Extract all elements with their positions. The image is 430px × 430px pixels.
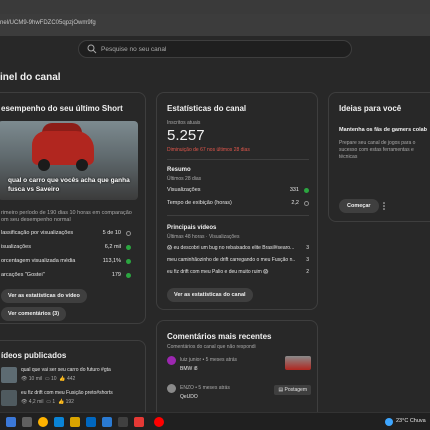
summary-row: Tempo de exibição (horas) 2,2	[167, 200, 309, 209]
card-title: Ideias para você	[339, 104, 402, 113]
divider	[167, 159, 309, 160]
top-videos-title: Principais vídeos	[167, 225, 217, 231]
app-icon[interactable]	[118, 417, 128, 427]
last-short-card: esempenho do seu último Short qual o car…	[0, 92, 146, 324]
car-wheel	[76, 159, 88, 171]
weather-icon	[385, 418, 393, 426]
weather-text[interactable]: 23°C Chuva	[396, 418, 426, 424]
subscribers-count: 5.257	[167, 127, 205, 144]
views-icon: 👁	[21, 376, 28, 382]
address-bar[interactable]: nel/UCM9-9hwFDZC05qpzjOwm9fg	[0, 14, 430, 36]
comments-icon: ▭	[46, 399, 51, 405]
rank-indicator-icon	[126, 231, 131, 236]
page-title: inel do canal	[0, 72, 61, 83]
comment-item[interactable]: ENZO • 5 meses atrás QeUDO ▤ Postagem	[167, 384, 315, 408]
post-tag: ▤ Postagem	[274, 385, 311, 395]
app-icon[interactable]	[134, 417, 144, 427]
summary-row: Visualizações 331	[167, 187, 309, 196]
youtube-icon[interactable]	[154, 417, 164, 427]
video-stats: 👁 10 mil ▭ 10 👍 442	[21, 376, 76, 382]
subscribers-label: Inscritos atuais	[167, 120, 201, 126]
metric-row: isualizações 6,2 mil	[1, 244, 131, 254]
address-url[interactable]: nel/UCM9-9hwFDZC05qpzjOwm9fg	[0, 20, 96, 26]
ideas-description: Prepare seu canal de jogos para o sucess…	[339, 140, 416, 160]
start-button[interactable]: Começar	[339, 199, 379, 213]
channel-search[interactable]	[78, 40, 352, 58]
channel-stats-card: Estatísticas do canal Inscritos atuais 5…	[156, 92, 318, 310]
mail-icon[interactable]	[102, 417, 112, 427]
top-video-row[interactable]: eu fiz drift com meu Palio e deu muito r…	[167, 269, 309, 278]
view-video-stats-button[interactable]: Ver as estatísticas do vídeo	[1, 289, 87, 303]
edge-icon[interactable]	[54, 417, 64, 427]
browser-titlebar	[0, 0, 430, 14]
subscribers-change: Diminuição de 67 nos últimos 28 dias	[167, 147, 250, 153]
check-circle-icon	[304, 188, 309, 193]
metric-row: lassificação por visualizações 5 de 10	[1, 230, 131, 240]
comment-video-thumbnail	[285, 356, 311, 370]
metric-row: arcações "Gostei" 179	[1, 272, 131, 282]
thumbnail-caption: qual o carro que vocês acha que ganha fu…	[8, 177, 130, 193]
top-video-row[interactable]: 😱 eu descobri um bug no rebaixados elite…	[167, 245, 309, 254]
summary-period: Últimos 28 dias	[167, 176, 202, 182]
search-icon	[87, 44, 97, 54]
summary-title: Resumo	[167, 167, 191, 173]
comment-item[interactable]: luiz junior • 5 meses atrás BMW i8	[167, 356, 315, 380]
card-title: esempenho do seu último Short	[1, 104, 123, 113]
comments-icon: ▭	[44, 376, 50, 382]
check-circle-icon	[126, 245, 131, 250]
like-icon: 👍	[57, 399, 65, 405]
top-video-row[interactable]: meu caminhãozinho de drift carregando o …	[167, 257, 309, 266]
video-thumbnail	[1, 390, 17, 406]
short-thumbnail[interactable]: qual o carro que vocês acha que ganha fu…	[0, 121, 138, 200]
published-video-item[interactable]: eu fiz drift com meu Fusição preto#short…	[1, 390, 141, 410]
video-stats: 👁 4,2 mil ▭ 1 👍 192	[21, 399, 74, 405]
metric-row: orcentagem visualizada média 113,1%	[1, 258, 131, 268]
video-thumbnail	[1, 367, 17, 383]
check-circle-icon	[126, 259, 131, 264]
search-input[interactable]	[101, 43, 341, 55]
comparison-description: rimeiro período de 190 dias 10 horas em …	[1, 210, 132, 223]
windows-taskbar: 23°C Chuva	[0, 412, 430, 430]
neutral-indicator-icon	[304, 201, 309, 206]
divider	[167, 215, 309, 216]
comments-subtitle: Comentários do canal que não respondi	[167, 344, 256, 350]
search-icon[interactable]	[22, 417, 32, 427]
card-title: Comentários mais recentes	[167, 332, 272, 341]
car-wheel	[38, 159, 50, 171]
view-comments-button[interactable]: Ver comentários (3)	[1, 307, 67, 321]
check-circle-icon	[126, 273, 131, 278]
card-title: Estatísticas do canal	[167, 104, 247, 113]
views-icon: 👁	[21, 399, 28, 405]
start-icon[interactable]	[6, 417, 16, 427]
like-icon: 👍	[59, 376, 66, 382]
published-video-item[interactable]: qual que vai ser seu carro do futuro #gt…	[1, 367, 141, 387]
card-title: ídeos publicados	[1, 351, 67, 360]
post-icon: ▤	[278, 387, 284, 393]
ideas-card: Ideias para você Mantenha os fãs de game…	[328, 92, 430, 222]
top-videos-period: Últimas 48 horas · Visualizações	[167, 234, 240, 240]
chrome-icon[interactable]	[38, 417, 48, 427]
folder-icon[interactable]	[70, 417, 80, 427]
ideas-subtitle: Mantenha os fãs de gamers colab	[339, 127, 428, 133]
view-channel-stats-button[interactable]: Ver as estatísticas do canal	[167, 288, 253, 302]
avatar	[167, 384, 176, 393]
store-icon[interactable]	[86, 417, 96, 427]
avatar	[167, 356, 176, 365]
more-vert-icon[interactable]	[381, 201, 387, 211]
